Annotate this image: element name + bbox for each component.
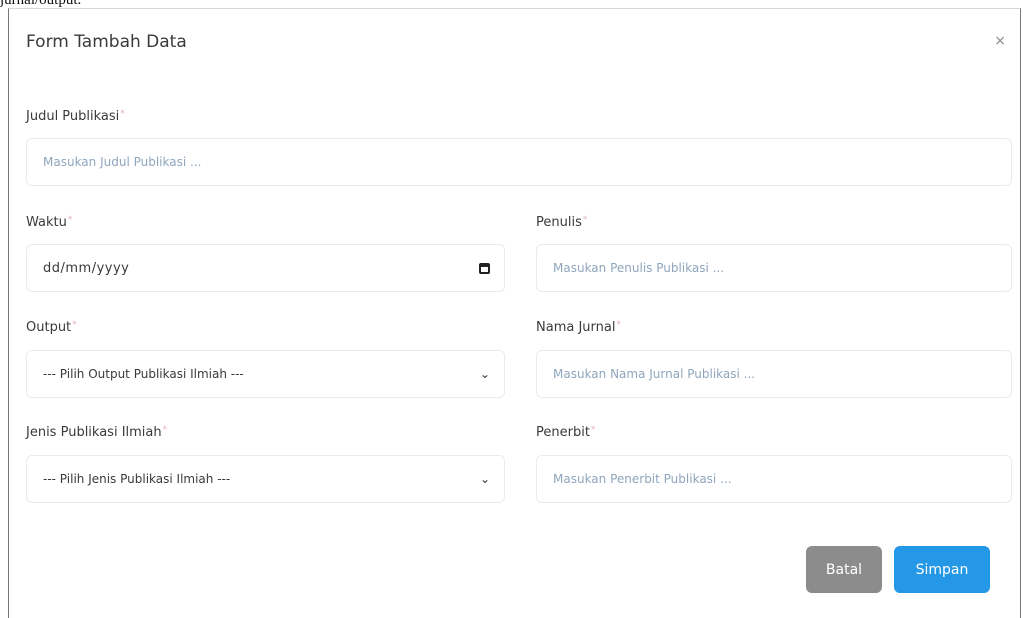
placeholder: Masukan Judul Publikasi ... — [43, 155, 202, 169]
required-mark: * — [590, 425, 596, 435]
judul-publikasi-input[interactable]: Masukan Judul Publikasi ... — [26, 138, 1012, 186]
required-mark: * — [72, 320, 77, 330]
required-mark: * — [616, 320, 621, 330]
simpan-button[interactable]: Simpan — [894, 546, 990, 593]
label-text: Judul Publikasi — [26, 109, 120, 124]
label-output: Output* — [26, 320, 77, 335]
label-penulis: Penulis* — [536, 215, 587, 230]
label-text: Jenis Publikasi Ilmiah — [26, 425, 162, 440]
select-value: --- Pilih Output Publikasi Ilmiah --- — [43, 367, 244, 381]
label-penerbit: Penerbit* — [536, 425, 595, 440]
calendar-icon[interactable] — [479, 262, 490, 274]
jenis-publikasi-select[interactable]: --- Pilih Jenis Publikasi Ilmiah --- ⌄ — [26, 455, 505, 503]
label-text: Penulis — [536, 215, 582, 230]
label-text: Penerbit — [536, 425, 590, 440]
nama-jurnal-input[interactable]: Masukan Nama Jurnal Publikasi ... — [536, 350, 1012, 398]
placeholder: Masukan Nama Jurnal Publikasi ... — [553, 367, 756, 381]
placeholder: Masukan Penerbit Publikasi ... — [553, 472, 732, 486]
required-mark: * — [67, 215, 73, 225]
label-text: Nama Jurnal — [536, 320, 616, 335]
label-judul-publikasi: Judul Publikasi* — [26, 109, 125, 124]
page-caption: jurnal/output. — [0, 0, 82, 8]
label-text: Output — [26, 320, 72, 335]
penerbit-input[interactable]: Masukan Penerbit Publikasi ... — [536, 455, 1012, 503]
label-waktu: Waktu* — [26, 215, 72, 230]
select-value: --- Pilih Jenis Publikasi Ilmiah --- — [43, 472, 231, 486]
waktu-date-input[interactable]: dd/mm/yyyy — [26, 244, 505, 292]
date-value: dd/mm/yyyy — [43, 260, 130, 276]
modal-title: Form Tambah Data — [26, 32, 187, 52]
output-select[interactable]: --- Pilih Output Publikasi Ilmiah --- ⌄ — [26, 350, 505, 398]
modal-dialog: Form Tambah Data × Judul Publikasi* Masu… — [8, 8, 1021, 618]
chevron-down-icon: ⌄ — [479, 472, 490, 486]
placeholder: Masukan Penulis Publikasi ... — [553, 261, 725, 275]
required-mark: * — [162, 425, 168, 435]
chevron-down-icon: ⌄ — [479, 367, 490, 381]
penulis-input[interactable]: Masukan Penulis Publikasi ... — [536, 244, 1012, 292]
close-icon[interactable]: × — [994, 33, 1006, 49]
label-text: Waktu — [26, 215, 67, 230]
label-nama-jurnal: Nama Jurnal* — [536, 320, 621, 335]
label-jenis-publikasi: Jenis Publikasi Ilmiah* — [26, 425, 167, 440]
required-mark: * — [120, 109, 125, 119]
required-mark: * — [582, 215, 588, 225]
batal-button[interactable]: Batal — [806, 546, 882, 593]
